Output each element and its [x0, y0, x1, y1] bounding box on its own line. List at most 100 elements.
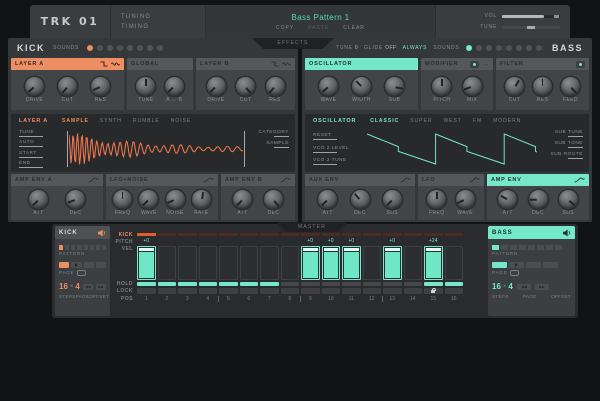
modifier-route-icon[interactable]: → — [482, 61, 489, 68]
vel-step-15[interactable] — [424, 246, 443, 280]
kick-step-8[interactable] — [281, 233, 300, 236]
kick-step-13[interactable] — [383, 233, 402, 236]
bass-sound-dot-7[interactable] — [526, 45, 532, 51]
lock-step-3[interactable] — [178, 288, 197, 294]
pitch-step-16[interactable] — [445, 238, 464, 245]
knob-a-b[interactable]: A ↔ B — [165, 77, 184, 103]
knob-wave[interactable]: WAVE — [319, 77, 338, 103]
bass-page-value[interactable]: 4 — [508, 282, 512, 291]
knob-pitch[interactable]: PITCH — [432, 77, 451, 103]
kick-step-1[interactable] — [137, 233, 156, 236]
kick-steps-value[interactable]: 16 — [59, 282, 68, 291]
vel-step-11[interactable] — [342, 246, 361, 280]
kick-pattern-slot-5[interactable] — [84, 245, 88, 250]
kick-step-2[interactable] — [158, 233, 177, 236]
hold-step-10[interactable] — [322, 282, 341, 286]
lock-step-12[interactable] — [363, 288, 382, 294]
kick-pattern-slot-3[interactable] — [71, 245, 75, 250]
vel-step-4[interactable] — [199, 246, 218, 280]
kick-sample-tab-noise[interactable]: NOISE — [171, 118, 192, 124]
kick-sound-dot-4[interactable] — [117, 45, 123, 51]
bass-page-2[interactable] — [509, 262, 524, 268]
lock-step-13[interactable] — [383, 288, 402, 294]
bass-osc-param-sub-tone[interactable]: SUB TONE — [555, 141, 583, 148]
sine-wave-icon[interactable] — [111, 61, 120, 67]
lock-step-4[interactable] — [199, 288, 218, 294]
hold-step-7[interactable] — [260, 282, 279, 286]
kick-sound-dot-2[interactable] — [97, 45, 103, 51]
knob-att[interactable]: ATT — [233, 190, 252, 216]
knob-sub[interactable]: SUB — [385, 77, 404, 103]
bass-sound-dot-8[interactable] — [536, 45, 542, 51]
filter-power-badge[interactable] — [576, 61, 585, 68]
lock-step-2[interactable] — [158, 288, 177, 294]
kick-sound-dot-3[interactable] — [107, 45, 113, 51]
hold-step-11[interactable] — [342, 282, 361, 286]
page-loop-icon[interactable] — [510, 270, 519, 276]
vel-step-1[interactable] — [137, 246, 156, 280]
lock-step-6[interactable] — [240, 288, 259, 294]
copy-button[interactable]: COPY — [276, 25, 294, 31]
knob-wave[interactable]: WAVE — [139, 190, 158, 216]
pulse-wave-icon[interactable] — [100, 61, 108, 67]
knob-cut[interactable]: CUT — [236, 77, 255, 103]
page-loop-icon[interactable] — [77, 270, 86, 276]
bass-osc-param-vco-2-tune[interactable]: VCO 2 TUNE — [313, 158, 363, 165]
kick-sample-param-start[interactable]: START — [19, 151, 65, 158]
knob-dec[interactable]: DEC — [66, 190, 85, 216]
lock-step-14[interactable] — [404, 288, 423, 294]
sample-end-marker[interactable] — [244, 131, 245, 167]
bass-pattern-slot-6[interactable] — [537, 245, 544, 250]
hold-step-16[interactable] — [445, 282, 464, 286]
bass-osc-param-vco-2-level[interactable]: VCO 2 LEVEL — [313, 146, 363, 153]
bass-pattern-slot-5[interactable] — [528, 245, 535, 250]
kick-step-12[interactable] — [363, 233, 382, 236]
bass-sound-dot-6[interactable] — [516, 45, 522, 51]
bass-sound-dot-1[interactable] — [466, 45, 472, 51]
kick-step-11[interactable] — [342, 233, 361, 236]
bass-osc-param-reset[interactable]: RESET — [313, 133, 363, 140]
bass-pattern-slot-2[interactable] — [501, 245, 508, 250]
knob-width[interactable]: WIDTH — [352, 77, 371, 103]
hold-step-3[interactable] — [178, 282, 197, 286]
kick-step-4[interactable] — [199, 233, 218, 236]
pitch-step-12[interactable] — [363, 238, 382, 245]
bass-page-1[interactable] — [492, 262, 507, 268]
kick-page-3[interactable] — [84, 262, 94, 268]
lock-step-7[interactable] — [260, 288, 279, 294]
kick-sample-tab-sample[interactable]: SAMPLE — [62, 118, 89, 124]
vel-step-5[interactable] — [219, 246, 238, 280]
knob-att[interactable]: ATT — [29, 190, 48, 216]
bass-offset-left-button[interactable]: ◀◀ — [517, 284, 531, 290]
bass-steps-value[interactable]: 16 — [492, 282, 501, 291]
knob-res[interactable]: RES — [533, 77, 552, 103]
vel-step-16[interactable] — [445, 246, 464, 280]
bass-osc-tab-classic[interactable]: CLASSIC — [370, 118, 399, 124]
vel-step-9[interactable] — [301, 246, 320, 280]
hold-step-4[interactable] — [199, 282, 218, 286]
vel-step-13[interactable] — [383, 246, 402, 280]
pitch-step-9[interactable]: +0 — [301, 238, 320, 245]
tune-slider[interactable] — [502, 26, 560, 29]
kick-step-5[interactable] — [219, 233, 238, 236]
pitch-step-4[interactable] — [199, 238, 218, 245]
hold-step-5[interactable] — [219, 282, 238, 286]
bass-pattern-slot-3[interactable] — [510, 245, 517, 250]
kick-pattern-slot-6[interactable] — [90, 245, 94, 250]
sine-wave-icon[interactable] — [282, 61, 291, 67]
kick-sound-dot-5[interactable] — [127, 45, 133, 51]
kick-step-16[interactable] — [445, 233, 464, 236]
sample-start-marker[interactable] — [67, 131, 68, 167]
hold-step-1[interactable] — [137, 282, 156, 286]
lock-step-5[interactable] — [219, 288, 238, 294]
hold-step-8[interactable] — [281, 282, 300, 286]
bass-offset-right-button[interactable]: ▶▶ — [535, 284, 549, 290]
knob-dec[interactable]: DEC — [264, 190, 283, 216]
vel-step-8[interactable] — [281, 246, 300, 280]
bass-page-4[interactable] — [543, 262, 558, 268]
bass-sound-dot-5[interactable] — [506, 45, 512, 51]
bass-osc-param-sub-tune[interactable]: SUB TUNE — [555, 130, 583, 137]
kick-sample-tab-rumble[interactable]: RUMBLE — [133, 118, 160, 124]
lock-step-10[interactable] — [322, 288, 341, 294]
vel-step-12[interactable] — [363, 246, 382, 280]
